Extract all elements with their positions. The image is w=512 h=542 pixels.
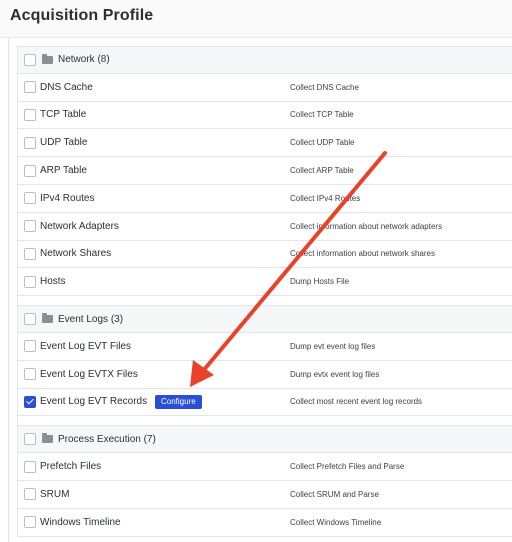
list-item[interactable]: Network Shares Collect information about… (18, 241, 512, 269)
item-checkbox[interactable] (24, 368, 36, 381)
item-checkbox[interactable] (24, 220, 36, 233)
list-item[interactable]: IPv4 Routes Collect IPv4 Routes (18, 185, 512, 213)
item-label: TCP Table (40, 109, 87, 121)
group-event-logs[interactable]: Event Logs (3) (18, 305, 512, 333)
list-item[interactable]: TCP Table Collect TCP Table (18, 102, 512, 130)
list-item[interactable]: Hosts Dump Hosts File (18, 268, 512, 297)
item-description: Collect DNS Cache (290, 82, 359, 92)
item-checkbox[interactable] (24, 460, 36, 473)
group-checkbox[interactable] (24, 53, 36, 66)
group-process-execution[interactable]: Process Execution (7) (18, 425, 512, 454)
group-network[interactable]: Network (8) (18, 46, 512, 74)
header-bar: Acquisition Profile (0, 0, 512, 38)
item-label: Network Adapters (40, 220, 119, 232)
item-description: Dump evtx event log files (290, 369, 380, 379)
item-checkbox[interactable] (24, 81, 36, 94)
item-checkbox[interactable] (24, 164, 36, 177)
item-description: Collect TCP Table (290, 110, 354, 120)
group-checkbox[interactable] (24, 313, 36, 326)
item-description: Collect most recent event log records (290, 397, 423, 407)
list-item[interactable]: Windows Timeline Collect Windows Timelin… (18, 509, 512, 537)
list-item[interactable]: Event Log EVTX Files Dump evtx event log… (18, 361, 512, 389)
item-checkbox[interactable] (24, 340, 36, 353)
group-label: Event Logs (3) (58, 313, 124, 325)
page-title: Acquisition Profile (10, 7, 154, 24)
item-description: Collect information about network shares (290, 249, 435, 259)
item-description: Collect SRUM and Parse (290, 489, 379, 499)
item-checkbox[interactable] (24, 192, 36, 205)
item-description: Dump Hosts File (290, 277, 350, 287)
item-description: Dump evt event log files (290, 341, 376, 351)
item-label: Windows Timeline (40, 516, 121, 528)
item-label: Event Log EVTX Files (40, 368, 138, 380)
folder-icon (42, 53, 53, 64)
item-label: Event Log EVT Records (40, 396, 148, 408)
item-description: Collect information about network adapte… (290, 221, 443, 231)
item-description: Collect Windows Timeline (290, 517, 382, 527)
acquisition-tree: Network (8) DNS Cache Collect DNS Cache … (17, 46, 512, 537)
item-label: UDP Table (40, 137, 88, 149)
item-label: Event Log EVT Files (40, 340, 131, 352)
list-item[interactable]: ARP Table Collect ARP Table (18, 157, 512, 185)
item-label: Hosts (40, 276, 66, 288)
list-item[interactable]: Network Adapters Collect information abo… (18, 213, 512, 241)
item-checkbox[interactable] (24, 488, 36, 501)
list-item[interactable]: Prefetch Files Collect Prefetch Files an… (18, 453, 512, 481)
item-label: SRUM (40, 488, 70, 500)
item-description: Collect UDP Table (290, 138, 355, 148)
item-checkbox[interactable] (24, 516, 36, 529)
configure-button[interactable]: Configure (155, 394, 202, 409)
folder-icon (42, 313, 53, 324)
item-label: Network Shares (40, 248, 112, 260)
item-label: IPv4 Routes (40, 192, 95, 204)
item-checkbox[interactable] (24, 108, 36, 121)
group-label: Process Execution (7) (58, 433, 156, 445)
list-item[interactable]: Event Log EVT Files Dump evt event log f… (18, 333, 512, 361)
item-label: ARP Table (40, 165, 87, 177)
list-item[interactable]: SRUM Collect SRUM and Parse (18, 481, 512, 509)
group-checkbox[interactable] (24, 433, 36, 446)
item-description: Collect IPv4 Routes (290, 193, 361, 203)
list-item[interactable]: UDP Table Collect UDP Table (18, 129, 512, 158)
item-checkbox-checked[interactable] (24, 395, 36, 408)
item-label: Prefetch Files (40, 461, 102, 473)
item-checkbox[interactable] (24, 247, 36, 260)
group-label: Network (8) (58, 54, 110, 66)
list-item[interactable]: Event Log EVT Records Configure Collect … (18, 389, 512, 417)
item-description: Collect Prefetch Files and Parse (290, 462, 405, 472)
item-description: Collect ARP Table (290, 166, 354, 176)
list-item[interactable]: DNS Cache Collect DNS Cache (18, 74, 512, 102)
item-label: DNS Cache (40, 81, 93, 93)
folder-icon (42, 433, 53, 444)
item-checkbox[interactable] (24, 136, 36, 149)
left-rail (8, 38, 9, 542)
item-checkbox[interactable] (24, 275, 36, 288)
